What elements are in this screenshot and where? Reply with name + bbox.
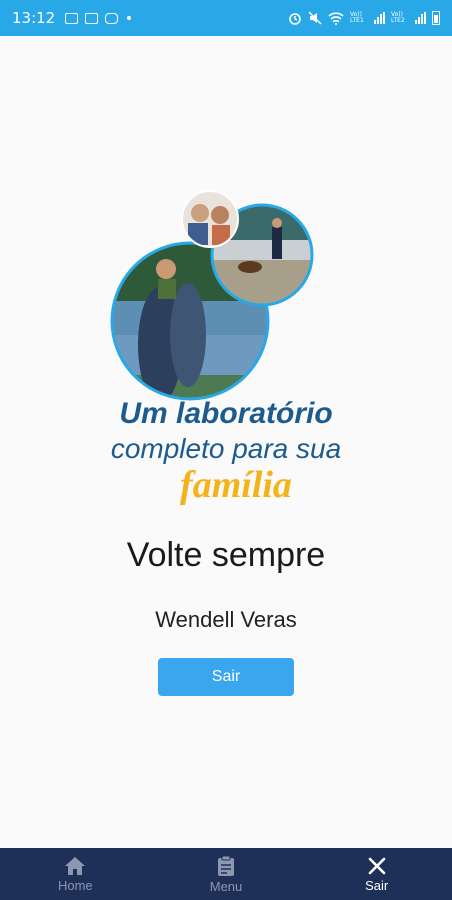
user-name: Wendell Veras [155, 607, 297, 632]
status-time: 13:12 [12, 9, 56, 27]
logo-line-3: família [180, 464, 292, 506]
status-left-icons [65, 12, 132, 24]
nav-item-home[interactable]: Home [0, 848, 151, 900]
battery-icon [432, 11, 440, 25]
nav-label-home: Home [57, 877, 93, 893]
home-icon [65, 856, 86, 875]
signal-icon [374, 12, 385, 24]
status-right-icons: Vo)) LTE1 Vo)) LTE2 [288, 11, 440, 25]
logout-button[interactable]: Sair [158, 658, 294, 696]
logo-line-2: completo para sua [111, 433, 341, 464]
clipboard-icon [218, 855, 234, 876]
volte-label-2: Vo)) LTE2 [391, 11, 405, 24]
wifi-icon [328, 11, 344, 25]
mute-icon [308, 11, 322, 25]
nav-label-sair: Sair [365, 877, 389, 893]
logo-line-1: Um laboratório [119, 397, 332, 430]
status-bar: 13:12 Vo)) LTE1 Vo)) LTE2 [0, 0, 452, 36]
hd-icon [85, 12, 99, 24]
page-title: Volte sempre [126, 536, 326, 574]
volte-label-1: Vo)) LTE1 [350, 11, 364, 24]
dot-icon [127, 16, 132, 20]
lab-logo: Um laboratório completo para sua família [110, 190, 341, 506]
nav-item-menu[interactable]: Menu [151, 848, 302, 900]
signal-icon [415, 12, 426, 24]
alarm-icon [289, 13, 301, 25]
close-icon [368, 857, 385, 874]
bottom-nav: Home Menu Sair [0, 848, 452, 900]
instagram-icon [105, 12, 119, 24]
image-icon [65, 12, 79, 24]
nav-label-menu: Menu [209, 878, 243, 894]
nav-item-sair[interactable]: Sair [301, 848, 452, 900]
